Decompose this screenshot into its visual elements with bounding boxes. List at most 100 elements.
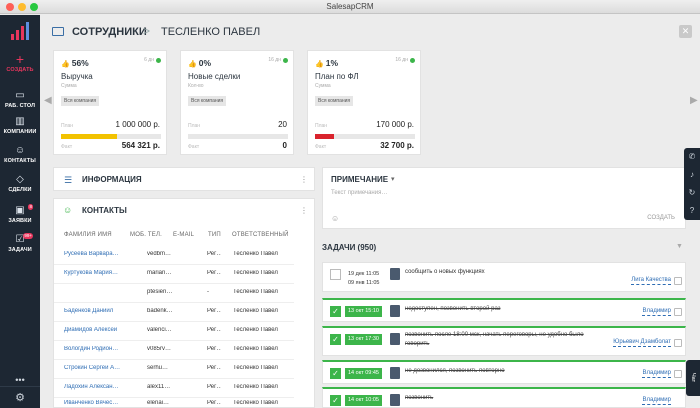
assignee-link[interactable]: Владимир: [642, 308, 671, 316]
task-menu-icon[interactable]: [674, 308, 682, 316]
people-icon: ☺: [14, 145, 26, 156]
sidebar-item-tasks[interactable]: ☑ 99+ ЗАДАЧИ: [0, 233, 40, 253]
avatar: [390, 394, 400, 406]
thumbs-up-icon: 👍: [61, 61, 70, 68]
kebab-menu-icon[interactable]: ⋮: [300, 175, 308, 184]
task-item[interactable]: ✓ 13 окт 17:30 позвонить после 18:00 мск…: [322, 326, 686, 356]
info-title[interactable]: ИНФОРМАЦИЯ: [82, 175, 142, 184]
plan-value: 170 000 р.: [376, 120, 414, 129]
table-row[interactable]: ptesien… - Тесленко Павел: [54, 283, 294, 303]
sidebar-item-requests[interactable]: ▣ 8 ЗАЯВКИ: [0, 204, 40, 224]
kpi-card-plan-fl[interactable]: 👍 1% 16 дн План по ФЛ Сумма Вся компания …: [307, 50, 421, 155]
assignee-link[interactable]: Владимир: [642, 397, 671, 405]
building-icon: ▥: [15, 116, 25, 127]
phone-icon[interactable]: ✆: [684, 148, 700, 166]
table-row[interactable]: Иванченко Вячес… elenai… Рег… Тесленко Паве…: [54, 394, 294, 408]
progress-bar: [188, 134, 288, 139]
note-panel: ПРИМЕЧАНИЕ ▾ Текст примечания… ☺ СОЗДАТЬ: [322, 167, 686, 229]
avatar: [390, 333, 400, 345]
page-title: ТЕСЛЕНКО ПАВЕЛ: [161, 26, 261, 38]
tasks-badge: 99+: [23, 233, 33, 239]
fact-value: 0: [282, 141, 287, 150]
column-header[interactable]: ТИП: [208, 232, 221, 238]
requests-badge: 8: [28, 204, 33, 210]
progress-bar: [315, 134, 415, 139]
sidebar: + СОЗДАТЬ ▭ РАБ. СТОЛ ▥ КОМПАНИИ ☺ КОНТА…: [0, 15, 40, 408]
scope-tag[interactable]: Вся компания: [315, 96, 354, 106]
settings-icon[interactable]: ⚙: [0, 386, 40, 408]
thumbs-up-icon: 👍: [315, 61, 324, 68]
table-row[interactable]: Куртукова Мария… marian… Рег… Тесленко Паве…: [54, 264, 294, 284]
column-header[interactable]: МОБ. ТЕЛ.: [130, 232, 162, 238]
note-input[interactable]: Текст примечания…: [331, 190, 387, 196]
task-checkbox[interactable]: ✓: [330, 395, 341, 406]
task-checkbox[interactable]: ✓: [330, 334, 341, 345]
table-row[interactable]: Русеева Варвара… vedbm… Рег… Тесленко Павел: [54, 245, 294, 265]
status-dot: [156, 58, 161, 63]
chat-tab[interactable]: Чат: [686, 360, 700, 396]
assignee-link[interactable]: Юрьевич Дзамболат: [613, 339, 671, 347]
kpi-card-new-deals[interactable]: 👍 0% 16 дн Новые сделки Кол-во Вся компан…: [180, 50, 294, 155]
task-item[interactable]: 19 дек 11:05 09 янв 11:05 сообщить о нов…: [322, 262, 686, 292]
sidebar-item-companies[interactable]: ▥ КОМПАНИИ: [0, 116, 40, 135]
task-item[interactable]: ✓ 14 окт 10:05 позвонить Владимир: [322, 387, 686, 408]
contacts-title[interactable]: КОНТАКТЫ: [82, 206, 127, 215]
bell-icon[interactable]: ♪: [684, 166, 700, 184]
window-titlebar: SalesapCRM: [0, 0, 700, 14]
refresh-icon[interactable]: ↻: [684, 184, 700, 202]
monitor-icon: ▭: [15, 90, 25, 101]
sidebar-item-desktop[interactable]: ▭ РАБ. СТОЛ: [0, 90, 40, 109]
create-note-button[interactable]: СОЗДАТЬ: [647, 215, 675, 221]
task-menu-icon[interactable]: [674, 277, 682, 285]
arrow-left-icon[interactable]: ◀: [44, 95, 52, 106]
close-window-icon[interactable]: [6, 3, 14, 11]
create-button[interactable]: + СОЗДАТЬ: [0, 52, 40, 73]
task-checkbox[interactable]: ✓: [330, 306, 341, 317]
more-icon[interactable]: •••: [0, 375, 40, 385]
thumbs-up-icon: 👍: [188, 61, 197, 68]
assignee-link[interactable]: Лига Качества: [631, 277, 671, 285]
right-toolbar: ✆ ♪ ↻ ?: [684, 148, 700, 220]
table-row[interactable]: Баденков Даниил badenk… Рег… Тесленко Павел: [54, 302, 294, 322]
task-menu-icon[interactable]: [674, 339, 682, 347]
maximize-window-icon[interactable]: [30, 3, 38, 11]
sidebar-item-contacts[interactable]: ☺ КОНТАКТЫ: [0, 145, 40, 164]
help-icon[interactable]: ?: [684, 202, 700, 220]
scope-tag[interactable]: Вся компания: [188, 96, 227, 106]
task-checkbox[interactable]: ✓: [330, 368, 341, 379]
column-header[interactable]: E-MAIL: [173, 232, 194, 238]
column-header[interactable]: ФАМИЛИЯ ИМЯ: [64, 232, 112, 238]
arrow-right-icon[interactable]: ▶: [690, 95, 698, 106]
filter-icon[interactable]: ▼: [676, 243, 683, 250]
diamond-icon: ◇: [16, 174, 24, 185]
fact-value: 564 321 р.: [121, 141, 160, 150]
close-icon[interactable]: ✕: [679, 25, 692, 38]
attach-icon[interactable]: ☺: [331, 214, 339, 223]
column-header[interactable]: ОТВЕТСТВЕННЫЙ: [232, 232, 289, 238]
status-dot: [283, 58, 288, 63]
table-row[interactable]: Строкин Сергей А… serhu… Рег… Тесленко Паве…: [54, 359, 294, 379]
window-title: SalesapCRM: [326, 2, 374, 11]
breadcrumb-section[interactable]: СОТРУДНИКИ: [72, 26, 147, 38]
kpi-card-revenue[interactable]: 👍 56% 6 дн Выручка Сумма Вся компания Пла…: [53, 50, 167, 155]
minimize-window-icon[interactable]: [18, 3, 26, 11]
tasks-title: ЗАДАЧИ (950): [322, 243, 377, 252]
note-title[interactable]: ПРИМЕЧАНИЕ: [331, 175, 388, 184]
status-dot: [410, 58, 415, 63]
table-row[interactable]: Вологдин Родион… v085rv… Рег… Тесленко Паве…: [54, 340, 294, 360]
assignee-link[interactable]: Владимир: [642, 370, 671, 378]
task-item[interactable]: ✓ 14 окт 09:45 не дозвонился, позвонить …: [322, 360, 686, 384]
task-menu-icon[interactable]: [674, 370, 682, 378]
task-checkbox[interactable]: [330, 269, 341, 280]
table-row[interactable]: Диамидов Алексей valenci… Рег… Тесленко Пав…: [54, 321, 294, 341]
chevron-down-icon[interactable]: ▾: [391, 175, 395, 183]
avatar: [390, 305, 400, 317]
sidebar-item-deals[interactable]: ◇ СДЕЛКИ: [0, 174, 40, 193]
logo-icon[interactable]: [10, 22, 30, 40]
kebab-menu-icon[interactable]: ⋮: [300, 206, 308, 215]
scope-tag[interactable]: Вся компания: [61, 96, 100, 106]
plan-value: 20: [278, 120, 287, 129]
task-item[interactable]: ✓ 13 окт 15:10 недоступен, позвонить вто…: [322, 298, 686, 322]
avatar: [390, 367, 400, 379]
breadcrumb-separator: >: [143, 24, 151, 38]
